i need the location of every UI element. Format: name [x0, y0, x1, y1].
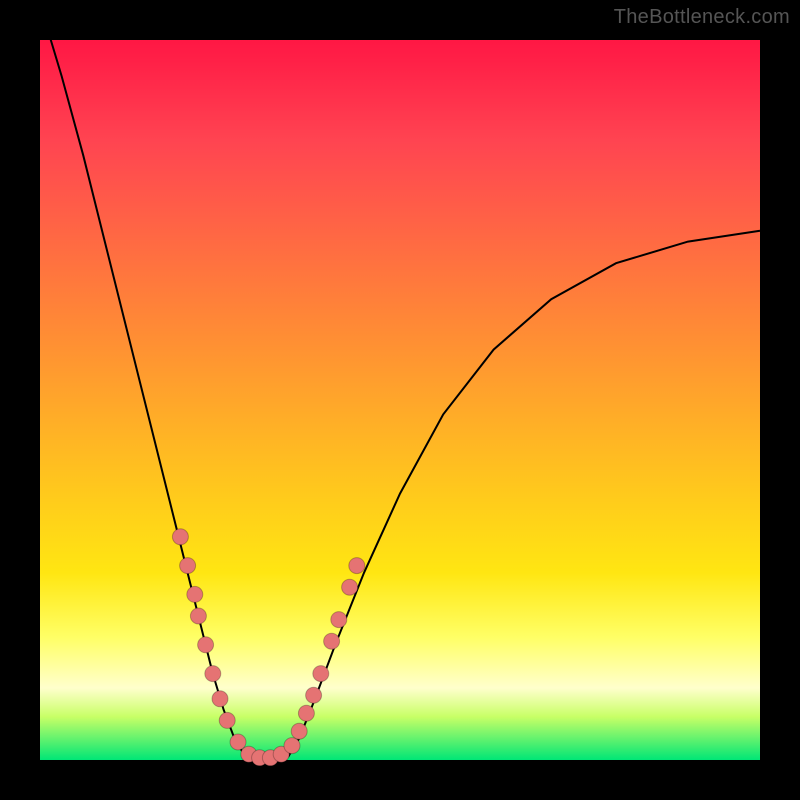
data-marker	[291, 723, 307, 739]
data-marker	[342, 579, 358, 595]
data-marker	[284, 738, 300, 754]
plot-area	[40, 40, 760, 760]
data-marker	[190, 608, 206, 624]
data-marker	[298, 705, 314, 721]
chart-frame: TheBottleneck.com	[0, 0, 800, 800]
data-markers	[172, 529, 364, 766]
data-marker	[172, 529, 188, 545]
data-marker	[349, 558, 365, 574]
data-marker	[187, 586, 203, 602]
data-marker	[324, 633, 340, 649]
chart-svg	[40, 40, 760, 760]
data-marker	[212, 691, 228, 707]
data-marker	[306, 687, 322, 703]
data-marker	[198, 637, 214, 653]
watermark-text: TheBottleneck.com	[614, 6, 790, 29]
data-marker	[205, 666, 221, 682]
bottleneck-curve	[40, 4, 760, 760]
data-marker	[331, 612, 347, 628]
data-marker	[313, 666, 329, 682]
data-marker	[180, 558, 196, 574]
data-marker	[219, 712, 235, 728]
